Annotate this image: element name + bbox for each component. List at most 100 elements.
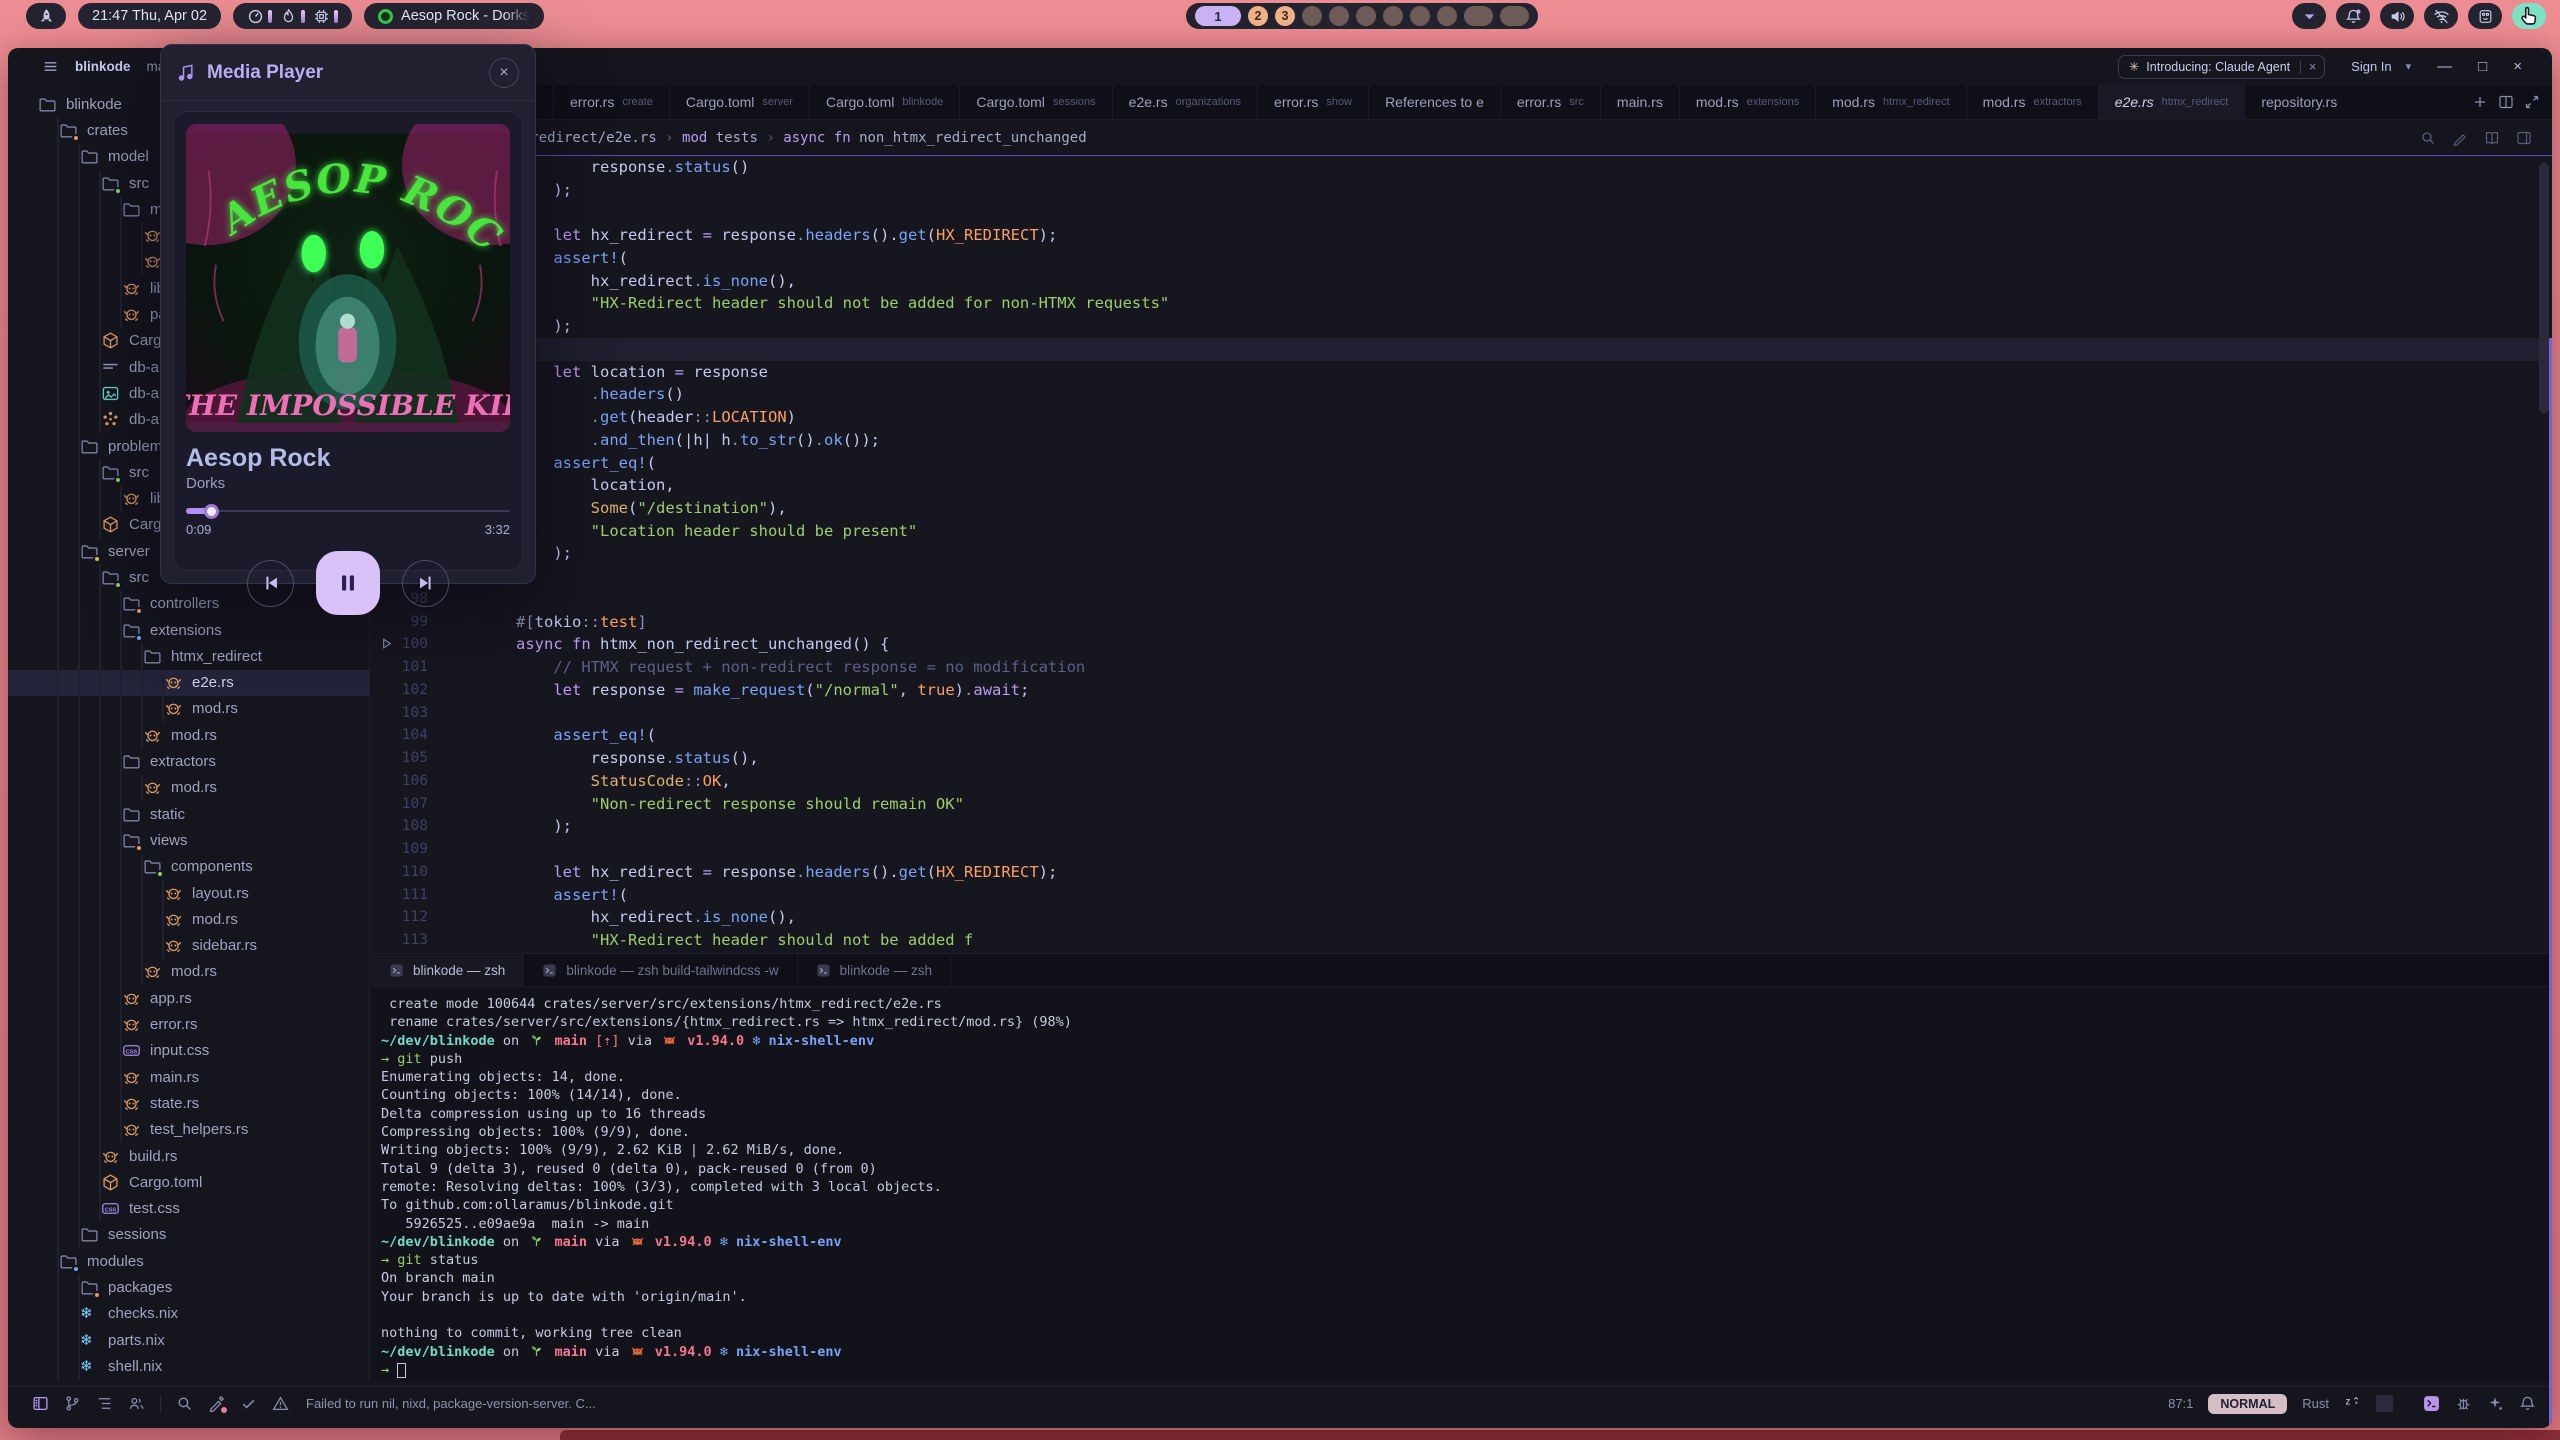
code-line[interactable]: 92 assert_eq!( (371, 452, 2552, 475)
plus-icon[interactable] (2472, 94, 2488, 110)
code-line[interactable]: 102 let response = make_request("/normal… (371, 679, 2552, 702)
code-line[interactable]: 108 ); (371, 815, 2552, 838)
next-track-button[interactable] (402, 560, 449, 607)
book-icon[interactable] (2484, 130, 2500, 146)
code-line[interactable]: 90 .get(header::LOCATION) (371, 406, 2552, 429)
tree-item[interactable]: error.rs (8, 1011, 369, 1037)
language-indicator[interactable]: Rust (2302, 1396, 2329, 1411)
tree-item[interactable]: mod.rs (8, 722, 369, 748)
editor-tab[interactable]: mod.rs extractors (1967, 85, 2099, 119)
now-playing-pill[interactable]: Aesop Rock - Dorks (364, 3, 544, 29)
code-line[interactable]: 88 let location = response (371, 361, 2552, 384)
code-line[interactable]: 94 Some("/destination"), (371, 497, 2552, 520)
code-line[interactable]: 109 (371, 838, 2552, 861)
sign-in-button[interactable]: Sign In (2351, 59, 2391, 74)
workspace-indicator[interactable] (1356, 6, 1376, 26)
code-line[interactable]: 81 (371, 201, 2552, 224)
code-line[interactable]: 110 let hx_redirect = response.headers()… (371, 861, 2552, 884)
split-icon[interactable] (2498, 94, 2514, 110)
hamburger-icon[interactable] (42, 58, 59, 75)
tree-item[interactable]: packages (8, 1274, 369, 1300)
tree-item[interactable]: app.rs (8, 985, 369, 1011)
workspace-indicator[interactable] (1329, 6, 1349, 26)
tree-item[interactable]: mod.rs (8, 959, 369, 985)
code-line[interactable]: 105 response.status(), (371, 747, 2552, 770)
code-line[interactable]: 98 (371, 588, 2552, 611)
run-icon[interactable] (379, 636, 394, 651)
check-icon[interactable] (240, 1395, 257, 1412)
promo-banner[interactable]: ✳Introducing: Claude Agent × (2118, 55, 2325, 79)
promo-close-button[interactable]: × (2300, 60, 2324, 74)
tree-item[interactable]: test_helpers.rs (8, 1117, 369, 1143)
code-line[interactable]: 87 (371, 338, 2552, 361)
terminal-tab[interactable]: blinkode — zsh (371, 954, 524, 986)
tree-item[interactable]: htmx_redirect (8, 643, 369, 669)
code-line[interactable]: 93 location, (371, 474, 2552, 497)
tree-item[interactable]: views (8, 827, 369, 853)
tree-item[interactable]: mod.rs (8, 775, 369, 801)
tree-item[interactable]: components (8, 854, 369, 880)
list-tree-icon[interactable] (96, 1395, 113, 1412)
tree-item[interactable]: mod.rs (8, 906, 369, 932)
tree-item[interactable]: sessions (8, 1222, 369, 1248)
editor-tab[interactable]: error.rs src (1501, 85, 1601, 119)
expand-icon[interactable] (2524, 94, 2540, 110)
git-branch-icon[interactable] (64, 1395, 81, 1412)
tree-item[interactable]: ❄ shell.nix (8, 1353, 369, 1379)
warning-icon[interactable] (272, 1395, 289, 1412)
code-line[interactable]: 97 } (371, 565, 2552, 588)
code-line[interactable]: 101 // HTMX request + non-redirect respo… (371, 656, 2552, 679)
close-button[interactable]: × (2513, 58, 2522, 75)
tree-item[interactable]: ❄ checks.nix (8, 1301, 369, 1327)
bell-icon[interactable] (2519, 1395, 2536, 1412)
media-player-close-button[interactable]: × (489, 58, 519, 88)
code-line[interactable]: 83 assert!( (371, 247, 2552, 270)
edit-predict-icon[interactable] (208, 1395, 225, 1412)
system-sensors[interactable] (233, 3, 352, 29)
scrollbar-thumb[interactable] (2539, 163, 2549, 413)
code-editor[interactable]: 79 response.status() 80 ); 81 82 let hx_… (371, 156, 2552, 953)
topbar-button[interactable] (2380, 3, 2414, 29)
workspace-indicator[interactable] (1410, 6, 1430, 26)
maximize-button[interactable]: □ (2478, 58, 2487, 75)
sparkle-icon[interactable] (2487, 1395, 2504, 1412)
code-line[interactable]: 113 "HX-Redirect header should not be ad… (371, 929, 2552, 952)
tree-item[interactable]: Cargo.toml (8, 1169, 369, 1195)
workspace-indicator[interactable] (1437, 6, 1457, 26)
terminal-tab[interactable]: blinkode — zsh (798, 954, 951, 986)
tree-item[interactable]: CSS input.css (8, 1038, 369, 1064)
zeta-icon[interactable]: z (2344, 1395, 2361, 1412)
code-line[interactable]: 100 async fn htmx_non_redirect_unchanged… (371, 633, 2552, 656)
code-line[interactable]: 106 StatusCode::OK, (371, 770, 2552, 793)
code-line[interactable]: 84 hx_redirect.is_none(), (371, 270, 2552, 293)
workspace-indicator[interactable] (1464, 6, 1493, 26)
editor-tab[interactable]: Cargo.toml server (670, 85, 810, 119)
project-name[interactable]: blinkode (75, 59, 131, 74)
tree-item[interactable]: ❄ parts.nix (8, 1327, 369, 1353)
code-line[interactable]: 89 .headers() (371, 383, 2552, 406)
tree-item[interactable]: modules (8, 1248, 369, 1274)
editor-tab[interactable]: References to e (1369, 85, 1501, 119)
editor-tab[interactable]: mod.rs htmx_redirect (1816, 85, 1966, 119)
code-line[interactable]: 104 assert_eq!( (371, 724, 2552, 747)
editor-tab[interactable]: e2e.rs organizations (1113, 85, 1258, 119)
status-button[interactable] (2376, 1395, 2393, 1412)
panel-tree-icon[interactable] (32, 1395, 49, 1412)
workspace-switcher[interactable]: 123 (1186, 3, 1538, 29)
tree-item[interactable]: extensions (8, 617, 369, 643)
tree-item[interactable]: layout.rs (8, 880, 369, 906)
editor-tab[interactable]: Cargo.toml blinkode (810, 85, 960, 119)
tree-item[interactable]: e2e.rs (8, 670, 369, 696)
terminal-badge-icon[interactable] (2423, 1395, 2440, 1412)
workspace-indicator[interactable]: 1 (1195, 6, 1241, 26)
search-icon[interactable] (176, 1395, 193, 1412)
editor-tab[interactable]: error.rs show (1258, 85, 1369, 119)
editor-tab[interactable]: main.rs (1601, 85, 1680, 119)
tree-item[interactable]: sidebar.rs (8, 933, 369, 959)
topbar-button[interactable] (2336, 3, 2370, 29)
code-line[interactable]: 95 "Location header should be present" (371, 520, 2552, 543)
code-line[interactable]: 80 ); (371, 179, 2552, 202)
editor-tab[interactable]: repository.rs (2245, 85, 2353, 119)
tree-item[interactable]: state.rs (8, 1090, 369, 1116)
pause-button[interactable] (316, 551, 380, 615)
